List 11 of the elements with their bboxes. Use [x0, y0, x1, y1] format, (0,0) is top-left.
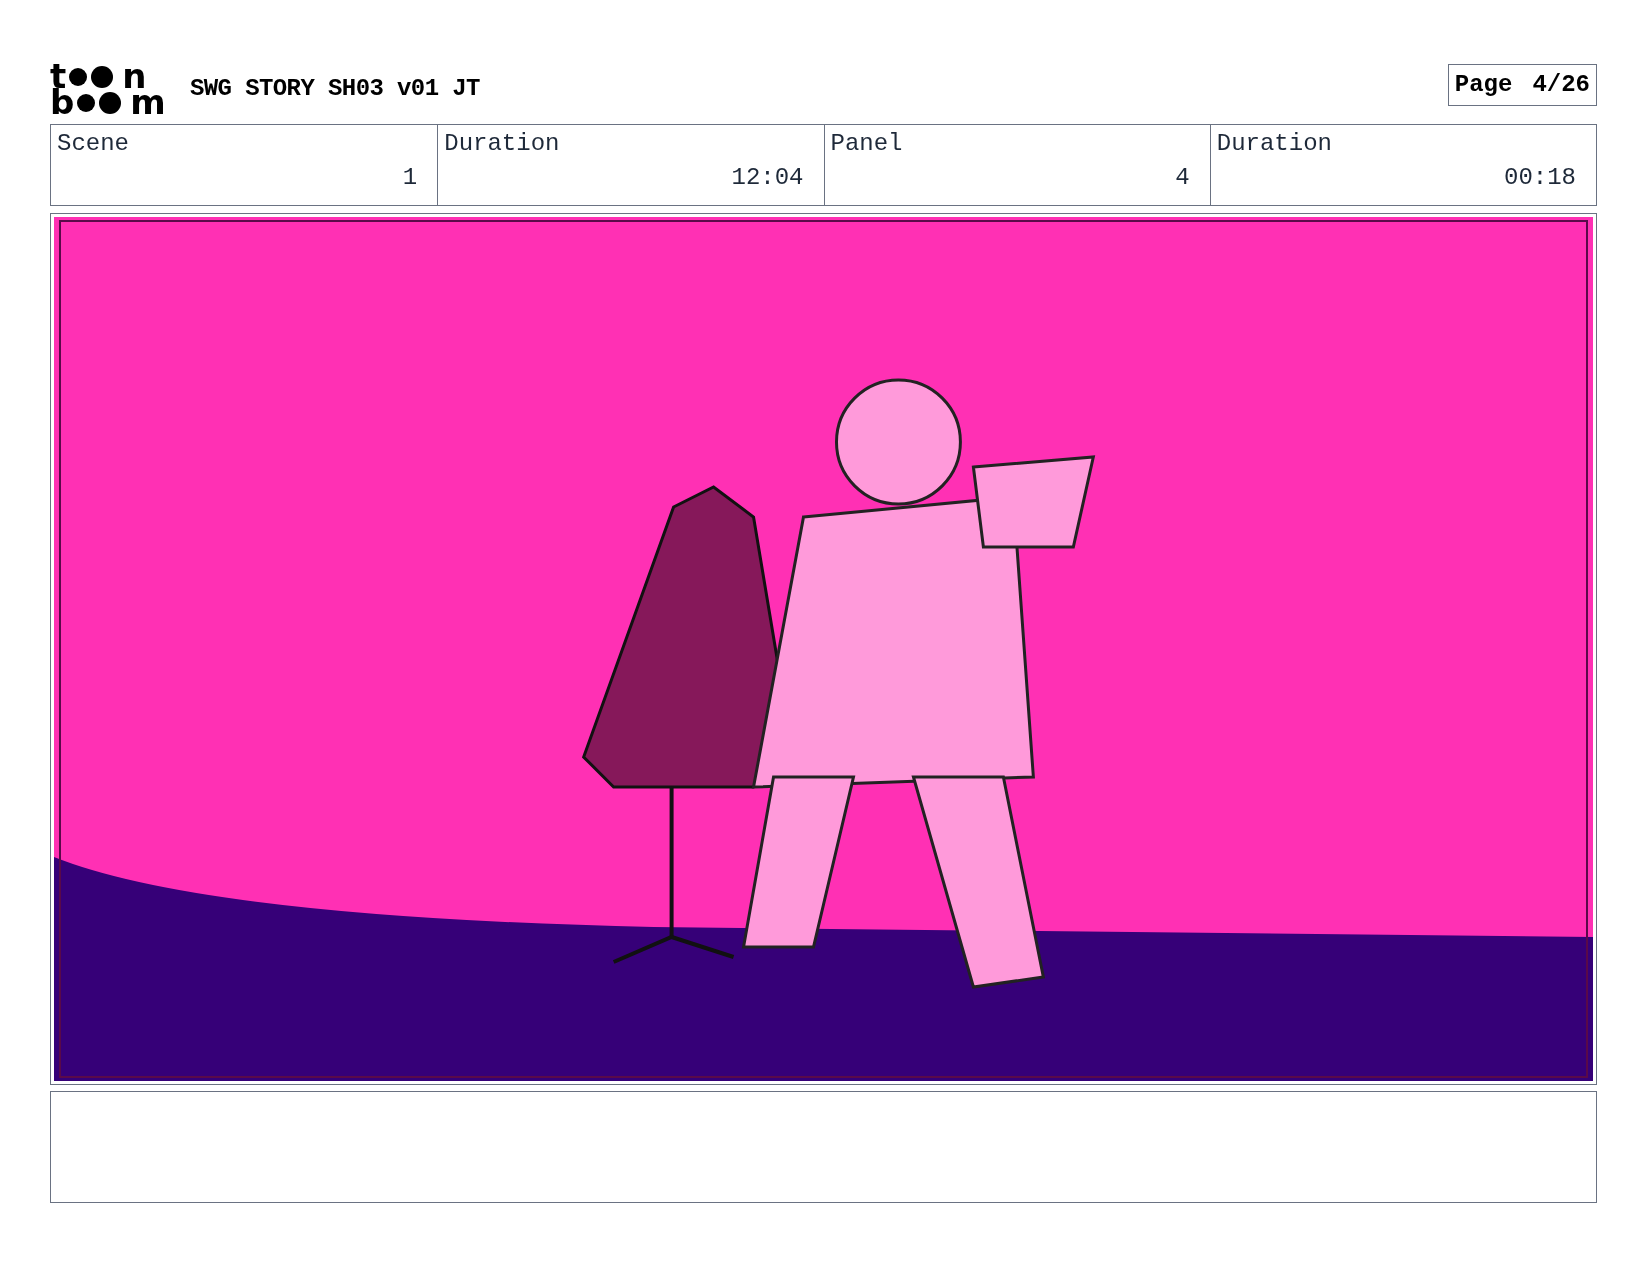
- field-label: Duration: [1216, 129, 1332, 159]
- page-number: Page 4/26: [1447, 64, 1597, 106]
- field-label: Panel: [830, 129, 903, 159]
- field-label: Duration: [444, 129, 560, 159]
- field-value: 12:04: [731, 163, 804, 193]
- field-value: 00:18: [1504, 163, 1576, 193]
- storyboard-title: SWG STORY SH03 v01 JT: [190, 74, 480, 104]
- field-label: Scene: [57, 129, 129, 159]
- toon-boom-logo: t n b m: [50, 63, 167, 115]
- field-value: 1: [402, 163, 418, 193]
- field-value: 4: [1175, 163, 1190, 193]
